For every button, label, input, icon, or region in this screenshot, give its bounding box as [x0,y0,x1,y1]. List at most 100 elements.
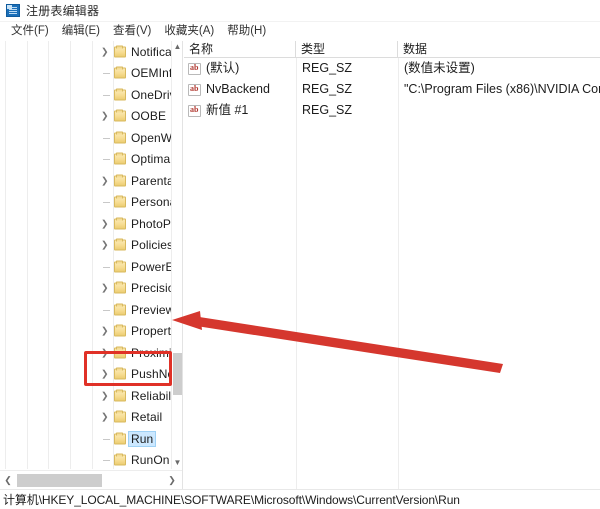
tree-item-oeminf[interactable]: OEMInf [0,63,172,85]
registry-tree-pane: ❯ Notifica OEMInf OneDriv ❯ OOBE OpenW Optimal ❯… [0,41,183,489]
registry-path: 计算机\HKEY_LOCAL_MACHINE\SOFTWARE\Microsof… [3,493,460,507]
tree-connector-line [103,159,110,161]
chevron-right-icon[interactable]: ❯ [101,391,110,400]
tree-item-policies[interactable]: ❯ Policies [0,235,172,257]
tree-item-openw[interactable]: OpenW [0,127,172,149]
chevron-right-icon[interactable]: ❯ [101,111,110,121]
tree-item-label: Reliabili [131,388,172,403]
tree-item-label: RunOn [131,453,170,468]
tree-vertical-scrollbar[interactable]: ▲ ▼ [171,41,182,469]
tree-vscroll-thumb[interactable] [173,353,182,395]
string-value-icon [188,83,201,96]
tree-item-photopr[interactable]: ❯ PhotoPr [0,213,172,235]
tree-horizontal-scrollbar[interactable]: ❮ ❯ [0,470,182,489]
tree-item-pushno[interactable]: ❯ PushNo [0,364,172,386]
folder-icon [114,217,126,230]
tree-item-label: OneDriv [131,87,172,102]
tree-item-optimal[interactable]: Optimal [0,149,172,171]
menu-favorites[interactable]: 收藏夹(A) [158,22,221,41]
tree-item-label: OOBE [131,109,167,124]
tree-item-label: Propert [131,324,172,339]
string-value-icon [188,62,201,75]
tree-connector-line [103,266,110,268]
tree-item-label: Optimal [131,152,172,167]
value-row[interactable]: (默认) REG_SZ (数值未设置) [184,58,600,79]
tree-item-persona[interactable]: Persona [0,192,172,214]
value-type: REG_SZ [302,61,353,75]
column-separator [296,58,297,489]
column-type[interactable]: 类型 [296,41,398,58]
value-list-body: (默认) REG_SZ (数值未设置) NvBackend REG_SZ "C:\Prog… [184,58,600,121]
tree-item-precisio[interactable]: ❯ Precisio [0,278,172,300]
folder-icon [114,238,126,251]
value-name: NvBackend [206,82,270,96]
folder-icon [114,195,126,208]
value-type: REG_SZ [302,82,353,96]
column-name[interactable]: 名称 [184,41,296,58]
menu-help[interactable]: 帮助(H) [221,22,273,41]
value-name: (默认) [206,61,240,75]
tree-item-run[interactable]: Run [0,428,172,450]
chevron-down-icon[interactable]: ▼ [172,457,182,469]
folder-icon [114,152,126,165]
folder-icon [114,88,126,101]
folder-icon [114,346,126,359]
value-row[interactable]: NvBackend REG_SZ "C:\Program Files (x86)\N… [184,79,600,100]
value-data [404,100,600,121]
chevron-right-icon[interactable]: ❯ [101,219,110,228]
tree-item-notifica[interactable]: ❯ Notifica [0,41,172,63]
chevron-right-icon[interactable]: ❯ [101,47,110,56]
chevron-right-icon[interactable]: ❯ [101,412,110,422]
chevron-right-icon[interactable]: ❯ [101,176,110,185]
tree-item-parenta[interactable]: ❯ Parenta [0,170,172,192]
tree-item-label: Policies [131,238,172,253]
tree-item-propert[interactable]: ❯ Propert [0,321,172,343]
tree-item-label: Preview [131,302,172,317]
statusbar: 计算机\HKEY_LOCAL_MACHINE\SOFTWARE\Microsof… [0,489,600,509]
tree-connector-line [103,202,110,204]
tree-item-retail[interactable]: ❯ Retail [0,407,172,429]
folder-icon [114,45,126,58]
menu-file[interactable]: 文件(F) [5,22,56,41]
chevron-right-icon[interactable]: ❯ [101,326,110,336]
tree-connector-line [103,94,110,96]
tree-item-label: Parenta [131,173,172,188]
chevron-up-icon[interactable]: ▲ [172,41,182,53]
folder-icon [114,367,126,380]
tree-item-onedriv[interactable]: OneDriv [0,84,172,106]
folder-icon [114,131,126,144]
tree-item-powere[interactable]: PowerE [0,256,172,278]
chevron-right-icon[interactable]: ❯ [101,348,110,357]
tree-item-label: Proximi [131,345,172,360]
menu-edit[interactable]: 编辑(E) [56,22,107,41]
column-data[interactable]: 数据 [398,41,600,58]
registry-tree-viewport: ❯ Notifica OEMInf OneDriv ❯ OOBE OpenW Optimal ❯… [0,41,172,469]
chevron-left-icon[interactable]: ❮ [1,471,15,489]
registry-editor-window: 注册表编辑器 文件(F) 编辑(E) 查看(V) 收藏夹(A) 帮助(H) ❯ N… [0,0,600,509]
chevron-right-icon[interactable]: ❯ [101,240,110,250]
folder-icon [114,410,126,423]
tree-item-reliabili[interactable]: ❯ Reliabili [0,385,172,407]
tree-item-label: OEMInf [131,66,172,81]
chevron-right-icon[interactable]: ❯ [101,283,110,293]
value-data: (数值未设置) [404,61,475,75]
value-row[interactable]: 新值 #1 REG_SZ [184,100,600,121]
column-separator [398,58,399,489]
value-data: "C:\Program Files (x86)\NVIDIA Corpora [404,82,600,96]
menubar: 文件(F) 编辑(E) 查看(V) 收藏夹(A) 帮助(H) [0,22,600,41]
window-title: 注册表编辑器 [26,4,100,18]
tree-connector-line [103,137,110,139]
folder-icon [114,66,126,79]
tree-item-label: PowerE [131,259,172,274]
menu-view[interactable]: 查看(V) [107,22,158,41]
folder-icon [114,281,126,294]
tree-hscroll-thumb[interactable] [17,474,102,487]
tree-item-proximi[interactable]: ❯ Proximi [0,342,172,364]
tree-item-oobe[interactable]: ❯ OOBE [0,106,172,128]
tree-item-preview[interactable]: Preview [0,299,172,321]
value-type: REG_SZ [302,103,353,117]
tree-item-runon[interactable]: RunOn [0,450,172,470]
chevron-right-icon[interactable]: ❯ [101,369,110,379]
chevron-right-icon[interactable]: ❯ [165,471,179,489]
folder-icon [114,453,126,466]
